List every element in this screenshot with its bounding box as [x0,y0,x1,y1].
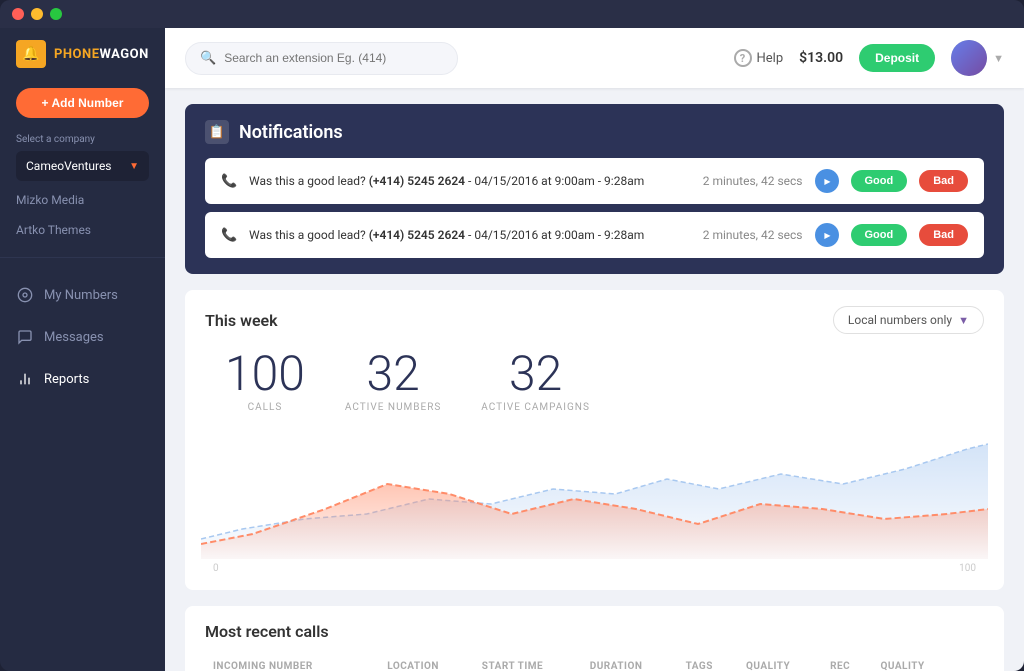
play-button[interactable] [815,169,839,193]
notification-duration: 2 minutes, 42 secs [703,174,803,188]
logo-text: PHONEWAGON [54,47,149,62]
dropdown-arrow-icon: ▼ [129,161,139,172]
sidebar-nav: My Numbers Messages Repo [0,270,165,400]
recent-calls-title: Most recent calls [205,622,984,641]
reports-icon [16,370,34,388]
main-content: 🔍 ? Help $13.00 Deposit ▼ 📋 [165,28,1024,671]
balance-display: $13.00 [799,50,843,66]
sidebar: 🔔 PHONEWAGON + Add Number Select a compa… [0,28,165,671]
selected-company: CameoVentures [26,159,112,173]
active-campaigns-stat: 32 ACTIVE CAMPAIGNS [481,350,590,413]
my-numbers-label: My Numbers [44,288,118,303]
active-numbers-number: 32 [366,350,419,398]
chart-axis-end: 100 [959,563,976,574]
avatar-chevron-icon: ▼ [993,52,1004,65]
active-campaigns-label: ACTIVE CAMPAIGNS [481,402,590,413]
notifications-icon: 📋 [205,120,229,144]
calls-table: INCOMING NUMBER LOCATION START TIME DURA… [205,655,984,671]
this-week-header: This week Local numbers only ▼ [205,306,984,334]
messages-label: Messages [44,330,104,345]
content-area: 📋 Notifications 📞 Was this a good lead? … [165,88,1024,671]
notifications-panel: 📋 Notifications 📞 Was this a good lead? … [185,104,1004,274]
window-maximize-btn[interactable] [50,8,62,20]
bad-button[interactable]: Bad [919,170,968,192]
topbar: 🔍 ? Help $13.00 Deposit ▼ [165,28,1024,88]
reports-label: Reports [44,372,89,387]
calls-label: CALLS [248,402,283,413]
sidebar-divider [0,257,165,258]
help-icon: ? [734,49,752,67]
message-icon [16,328,34,346]
table-header-row: INCOMING NUMBER LOCATION START TIME DURA… [205,655,984,671]
recent-calls-panel: Most recent calls INCOMING NUMBER LOCATI… [185,606,1004,671]
help-button[interactable]: ? Help [734,49,784,67]
search-icon: 🔍 [200,51,216,66]
col-location: LOCATION [379,655,474,671]
calls-stat: 100 CALLS [225,350,305,413]
active-numbers-stat: 32 ACTIVE NUMBERS [345,350,441,413]
window-close-btn[interactable] [12,8,24,20]
notification-text: Was this a good lead? (+414) 5245 2624 -… [249,174,691,188]
add-number-button[interactable]: + Add Number [16,88,149,118]
good-button[interactable]: Good [851,170,908,192]
help-label: Help [757,51,784,66]
notification-row: 📞 Was this a good lead? (+414) 5245 2624… [205,158,984,204]
logo: 🔔 PHONEWAGON [0,40,165,84]
filter-dropdown[interactable]: Local numbers only ▼ [833,306,984,334]
sidebar-item-my-numbers[interactable]: My Numbers [0,274,165,316]
call-icon: 📞 [221,174,237,189]
window-minimize-btn[interactable] [31,8,43,20]
col-tags: TAGS [678,655,738,671]
col-start-time: START TIME [474,655,582,671]
chart-area [201,429,988,559]
col-duration: DURATION [582,655,678,671]
this-week-panel: This week Local numbers only ▼ 100 CALLS… [185,290,1004,590]
col-incoming: INCOMING NUMBER [205,655,379,671]
active-numbers-label: ACTIVE NUMBERS [345,402,441,413]
search-bar[interactable]: 🔍 [185,42,458,75]
col-quality2: QUALITY [872,655,956,671]
notification-text: Was this a good lead? (+414) 5245 2624 -… [249,228,691,242]
sidebar-item-reports[interactable]: Reports [0,358,165,400]
notifications-title: 📋 Notifications [205,120,984,144]
company-dropdown[interactable]: CameoVentures ▼ [16,151,149,181]
active-campaigns-number: 32 [509,350,562,398]
play-button[interactable] [815,223,839,247]
call-icon: 📞 [221,228,237,243]
logo-icon: 🔔 [16,40,46,68]
this-week-title: This week [205,311,278,330]
calls-number: 100 [225,350,305,398]
company-item-artko[interactable]: Artko Themes [0,215,165,245]
bad-button[interactable]: Bad [919,224,968,246]
chart-axis: 0 100 [205,559,984,574]
filter-label: Local numbers only [848,313,952,327]
chart-axis-start: 0 [213,563,219,574]
stats-row: 100 CALLS 32 ACTIVE NUMBERS 32 ACTIVE CA… [205,350,984,413]
avatar[interactable] [951,40,987,76]
deposit-button[interactable]: Deposit [859,44,935,72]
col-rec: REC [822,655,872,671]
filter-arrow-icon: ▼ [958,314,969,327]
notification-row: 📞 Was this a good lead? (+414) 5245 2624… [205,212,984,258]
sidebar-item-messages[interactable]: Messages [0,316,165,358]
good-button[interactable]: Good [851,224,908,246]
col-quality: QUALITY [738,655,822,671]
notification-duration: 2 minutes, 42 secs [703,228,803,242]
phone-icon [16,286,34,304]
company-item-mizko[interactable]: Mizko Media [0,185,165,215]
select-company-label: Select a company [0,134,165,151]
search-input[interactable] [224,51,443,65]
